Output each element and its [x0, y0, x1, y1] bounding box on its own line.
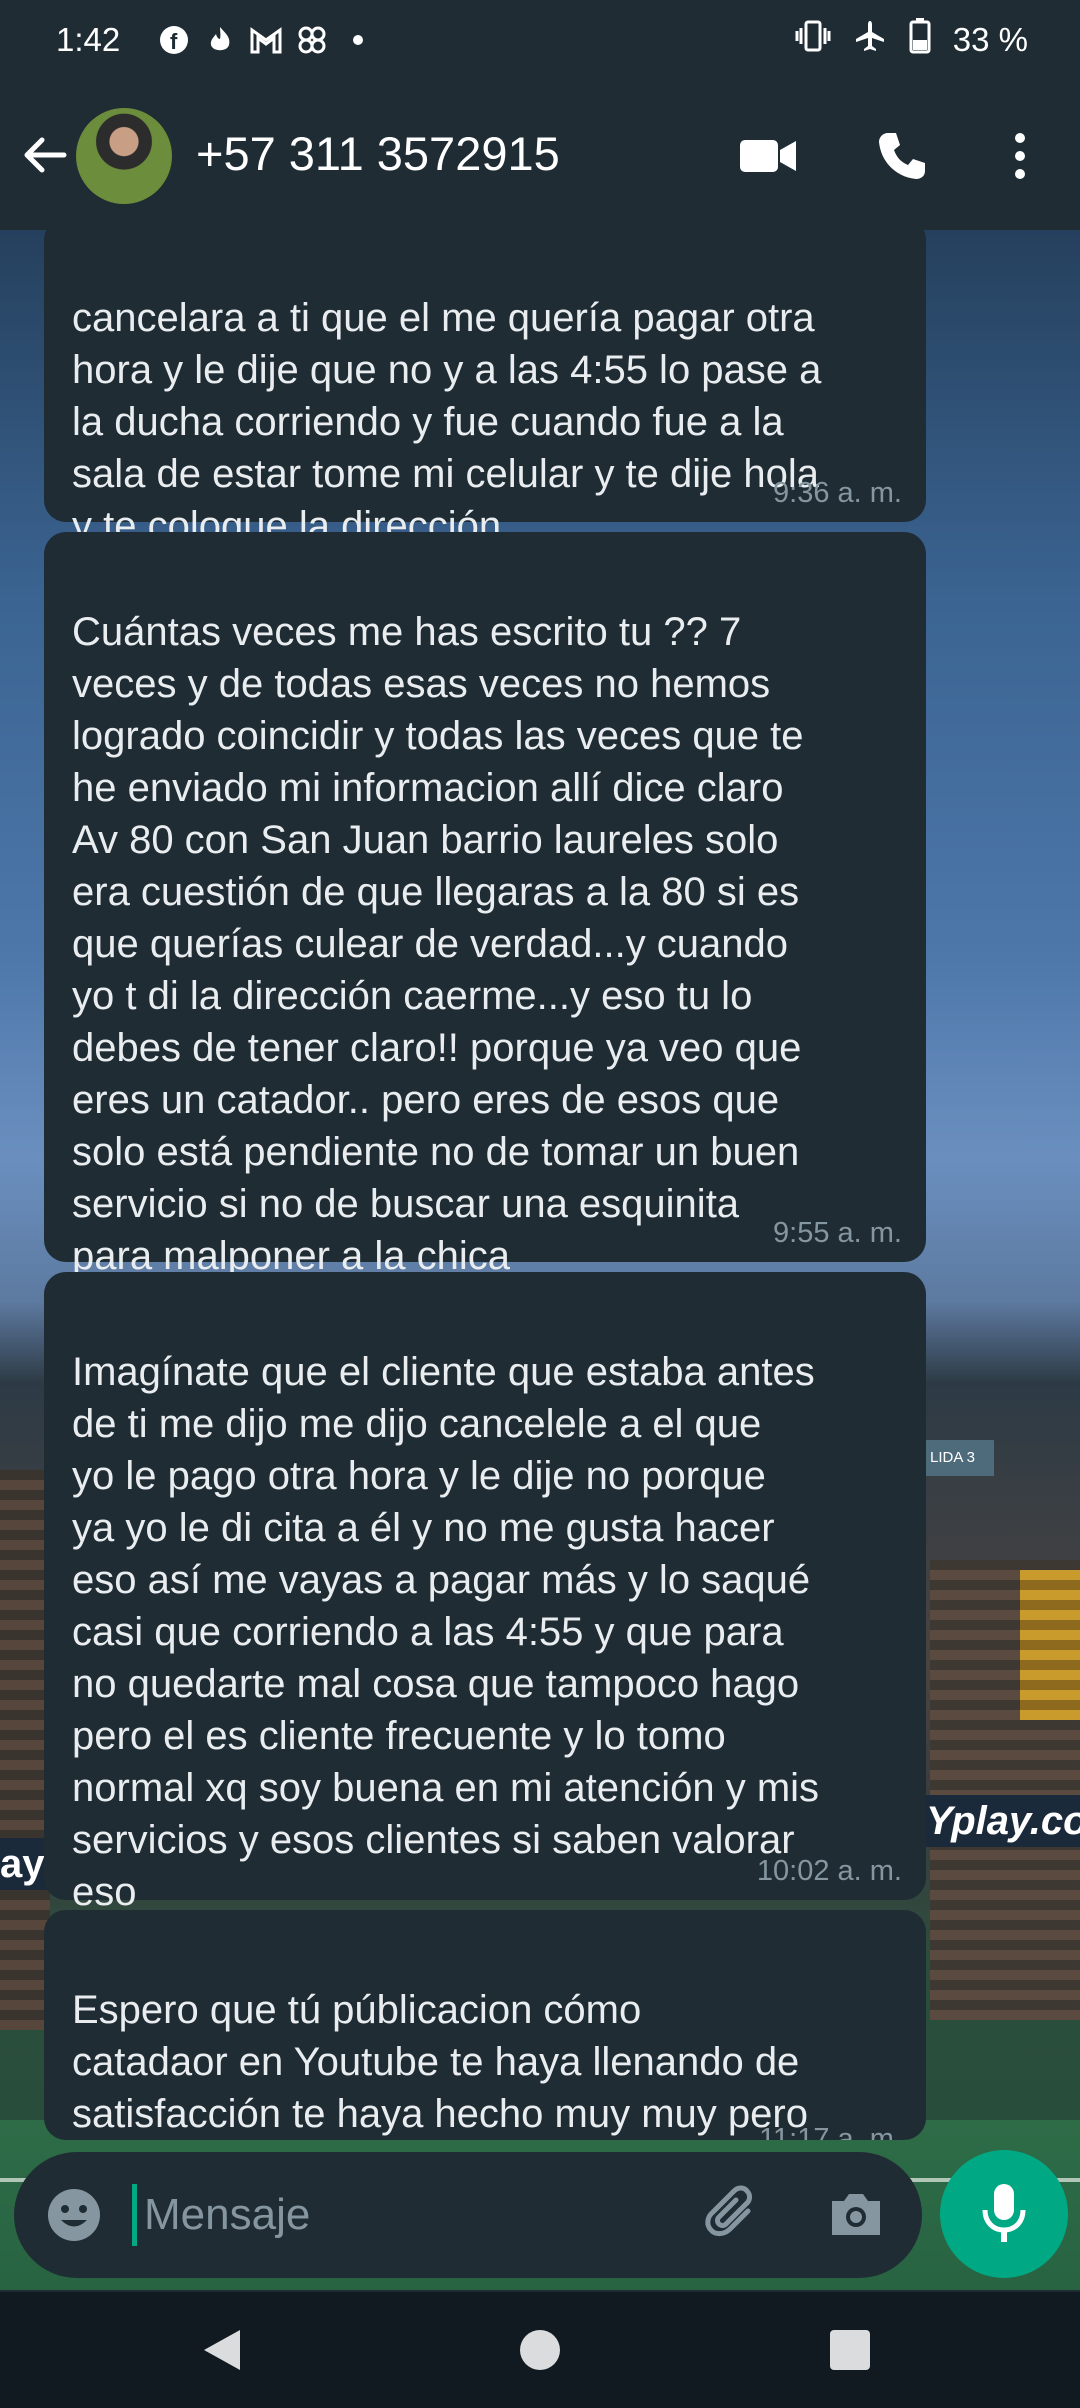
microphone-button[interactable]	[940, 2150, 1068, 2278]
nav-recents-icon[interactable]	[830, 2330, 870, 2370]
facebook-icon: f	[154, 20, 194, 60]
emoji-icon[interactable]	[44, 2185, 104, 2245]
phone-call-icon[interactable]	[872, 126, 932, 186]
microphone-icon	[982, 2184, 1026, 2242]
contact-avatar[interactable]	[76, 108, 172, 204]
message-bubble[interactable]: Cuántas veces me has escrito tu ?? 7 vec…	[44, 532, 926, 1386]
message-time: 10:02 a. m.	[756, 1855, 902, 1887]
message-text: Imagínate que el cliente que estaba ante…	[72, 1350, 820, 1914]
nav-home-icon[interactable]	[520, 2330, 560, 2370]
scoreboard: LIDA 3	[924, 1440, 994, 1476]
message-bubble[interactable]: Espero que tú públicacion cómo catadaor …	[44, 1910, 926, 2140]
message-text: cancelara a ti que el me quería pagar ot…	[72, 296, 822, 548]
vibrate-icon	[795, 19, 831, 61]
battery-level: 33 %	[952, 21, 1028, 58]
contact-name[interactable]: +57 311 3572915	[196, 126, 560, 181]
status-time: 1:42	[56, 21, 121, 58]
message-composer: Mensaje	[14, 2152, 922, 2278]
attach-icon[interactable]	[704, 2185, 764, 2245]
camera-icon[interactable]	[826, 2185, 886, 2245]
message-input[interactable]: Mensaje	[144, 2182, 704, 2248]
more-options-icon[interactable]	[990, 126, 1050, 186]
pinwheel-icon	[292, 20, 332, 60]
message-bubble[interactable]: Imagínate que el cliente que estaba ante…	[44, 1272, 926, 2022]
advert-banner-right: Yplay.co	[920, 1795, 1080, 1847]
status-bar: 1:42 f 33 %	[0, 0, 1080, 80]
message-time: 9:36 a. m.	[773, 477, 902, 509]
video-call-icon[interactable]	[738, 126, 798, 186]
nav-back-icon[interactable]	[200, 2326, 244, 2379]
stadium-seats-left	[0, 1470, 50, 2030]
tinder-icon	[200, 20, 240, 60]
stadium-seats-yellow	[1020, 1570, 1080, 1720]
message-time: 9:55 a. m.	[773, 1217, 902, 1249]
message-text: Espero que tú públicacion cómo catadaor …	[72, 1988, 808, 2136]
message-bubble[interactable]: cancelara a ti que el me quería pagar ot…	[44, 218, 926, 548]
message-time: 11:17 a. m.	[759, 2123, 902, 2140]
airplane-icon	[853, 19, 887, 61]
svg-text:f: f	[170, 29, 178, 54]
chat-header: +57 311 3572915	[0, 80, 1080, 230]
message-text: Cuántas veces me has escrito tu ?? 7 vec…	[72, 610, 804, 1278]
system-nav-bar	[0, 2292, 1080, 2408]
text-cursor	[132, 2184, 137, 2246]
battery-icon	[909, 18, 931, 62]
back-arrow-icon[interactable]	[18, 128, 72, 182]
advert-banner-left: ay	[0, 1838, 48, 1890]
gmail-icon	[246, 20, 286, 60]
dot-icon	[338, 20, 378, 60]
